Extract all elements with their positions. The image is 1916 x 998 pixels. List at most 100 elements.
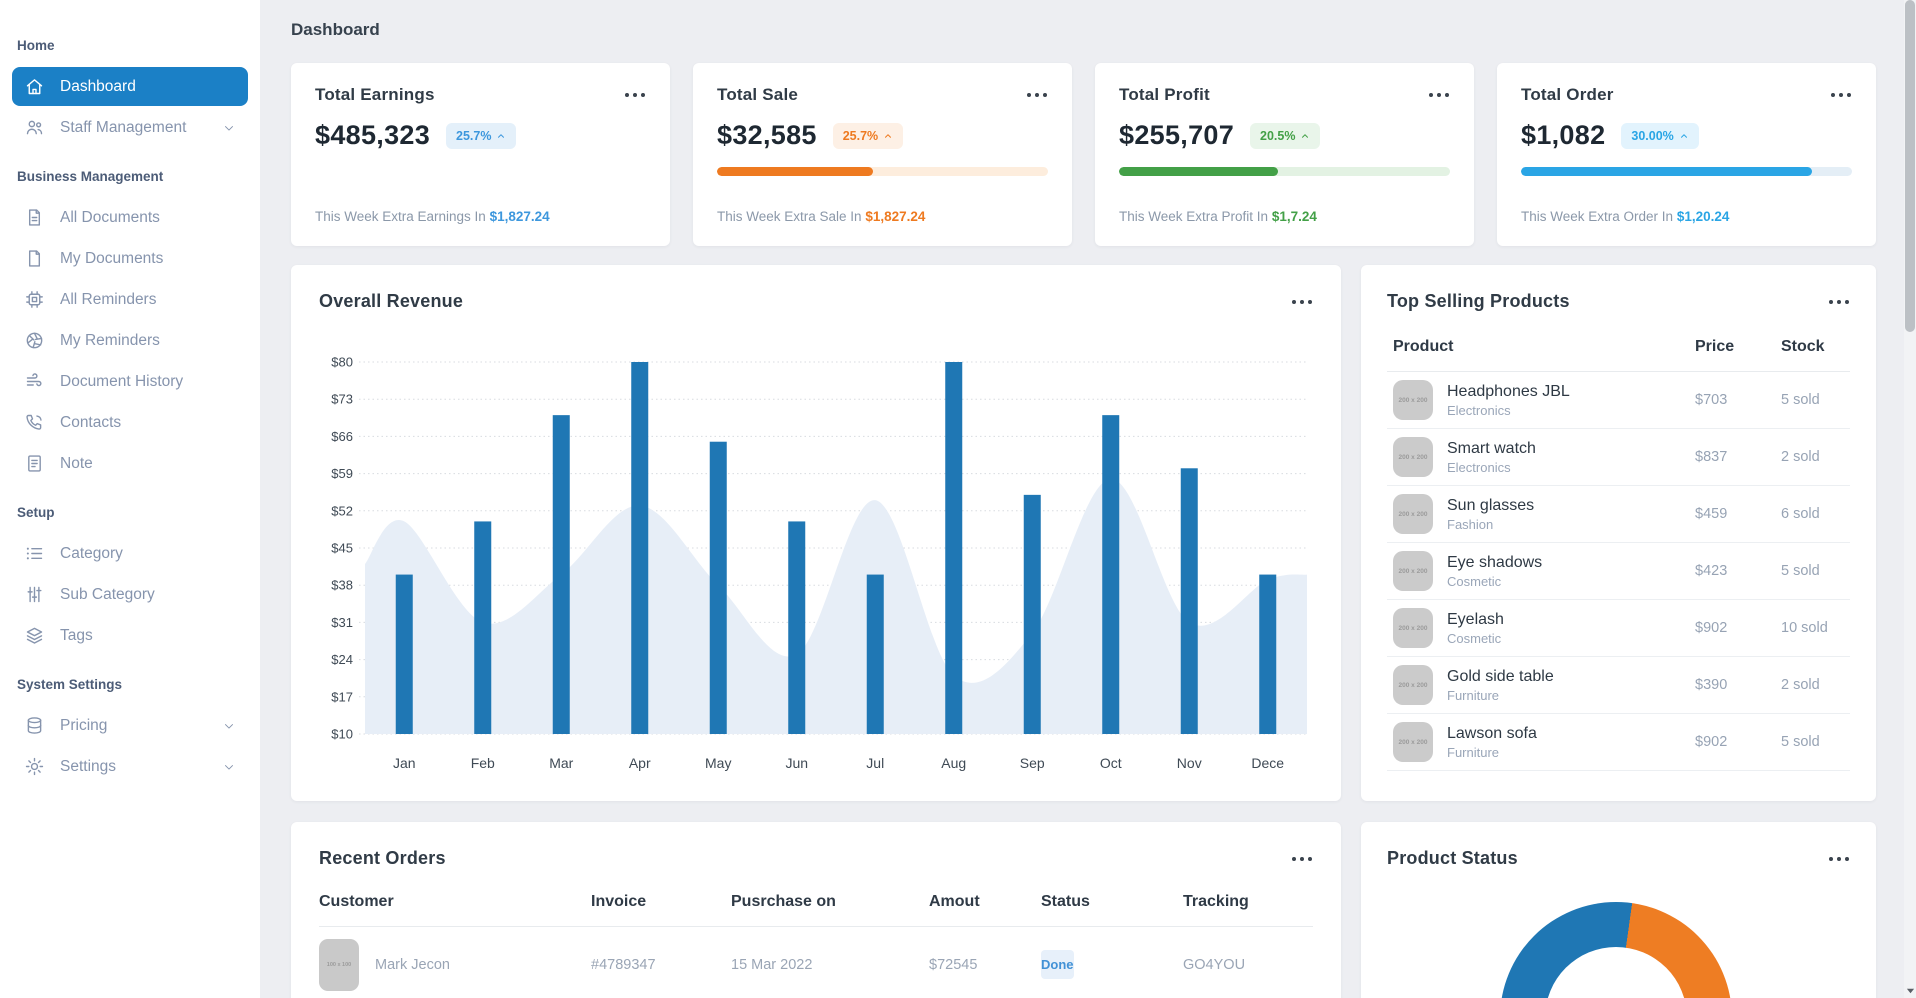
product-name: Sun glasses	[1447, 496, 1535, 514]
trend-badge[interactable]: 25.7%	[832, 122, 904, 149]
product-row[interactable]: 200 x 200 Smart watch Electronics $837 2…	[1387, 429, 1850, 486]
product-row[interactable]: 200 x 200 Lawson sofa Furniture $902 5 s…	[1387, 714, 1850, 771]
svg-text:Jul: Jul	[866, 755, 884, 771]
stat-footer-amount: $1,20.24	[1676, 209, 1730, 224]
section-label-system-settings: System Settings	[17, 677, 123, 692]
stat-value: $485,323	[315, 120, 431, 150]
card-title: Total Order	[1521, 85, 1614, 104]
sidebar-item-label: Document History	[60, 372, 184, 390]
recent-orders-card: Recent Orders Customer Invoice Pusrchase…	[291, 822, 1341, 998]
more-options-button[interactable]	[624, 92, 646, 98]
svg-text:Dece: Dece	[1251, 755, 1284, 771]
product-row[interactable]: 200 x 200 Headphones JBL Electronics $70…	[1387, 372, 1850, 429]
sidebar-item-settings[interactable]: Settings	[12, 747, 248, 786]
svg-text:Jan: Jan	[393, 755, 416, 771]
sidebar-item-label: Note	[60, 454, 93, 472]
stat-footer-text: This Week Extra Order In	[1521, 209, 1674, 224]
sidebar-item-sub-category[interactable]: Sub Category	[12, 575, 248, 614]
total-profit-card: Total Profit $255,707 20.5% This Week Ex…	[1095, 63, 1474, 246]
product-stock: 5 sold	[1781, 563, 1820, 579]
home-icon	[24, 76, 45, 97]
sidebar-item-all-reminders[interactable]: All Reminders	[12, 280, 248, 319]
profit-progress-bar	[1119, 167, 1450, 176]
more-options-button[interactable]	[1026, 92, 1048, 98]
sidebar-item-my-documents[interactable]: My Documents	[12, 239, 248, 278]
column-invoice: Invoice	[591, 893, 647, 910]
chevron-up-icon	[498, 133, 505, 138]
column-amount: Amout	[929, 893, 980, 910]
column-purchase-on: Pusrchase on	[731, 893, 836, 910]
sidebar-item-staff-management[interactable]: Staff Management	[12, 108, 248, 147]
more-options-button[interactable]	[1291, 299, 1313, 305]
top-selling-rows: 200 x 200 Headphones JBL Electronics $70…	[1387, 372, 1850, 771]
trend-badge[interactable]: 20.5%	[1250, 122, 1321, 149]
sliders-icon	[24, 584, 45, 605]
overall-revenue-card: Overall Revenue $80 $73 $66 $59 $52 $45 $38 $31…	[291, 265, 1341, 801]
product-category: Fashion	[1447, 516, 1494, 532]
svg-text:$10: $10	[331, 727, 353, 742]
order-progress-bar	[1521, 167, 1852, 176]
section-label-setup: Setup	[17, 505, 55, 520]
customer-name: Mark Jecon	[375, 957, 450, 973]
product-row[interactable]: 200 x 200 Sun glasses Fashion $459 6 sol…	[1387, 486, 1850, 543]
product-stock: 5 sold	[1781, 734, 1820, 750]
chevron-down-icon	[222, 760, 236, 774]
column-customer: Customer	[319, 893, 394, 910]
sidebar-item-pricing[interactable]: Pricing	[12, 706, 248, 745]
sidebar-item-contacts[interactable]: Contacts	[12, 403, 248, 442]
more-options-button[interactable]	[1291, 856, 1313, 862]
stat-value: $255,707	[1119, 120, 1235, 150]
more-options-button[interactable]	[1828, 299, 1850, 305]
order-amount: $72545	[929, 957, 978, 973]
trend-badge[interactable]: 30.00%	[1621, 122, 1699, 149]
document-lines-icon	[24, 207, 45, 228]
product-stock: 2 sold	[1781, 449, 1820, 465]
product-name: Gold side table	[1447, 667, 1554, 685]
sidebar-item-note[interactable]: Note	[12, 444, 248, 483]
more-options-button[interactable]	[1828, 856, 1850, 862]
sidebar-item-my-reminders[interactable]: My Reminders	[12, 321, 248, 360]
product-row[interactable]: 200 x 200 Gold side table Furniture $390…	[1387, 657, 1850, 714]
chevron-down-icon	[222, 121, 236, 135]
status-badge[interactable]: Done	[1041, 950, 1074, 979]
product-name: Eye shadows	[1447, 553, 1543, 571]
product-category: Furniture	[1447, 744, 1500, 760]
sidebar-item-all-documents[interactable]: All Documents	[12, 198, 248, 237]
sidebar-item-category[interactable]: Category	[12, 534, 248, 573]
svg-text:$31: $31	[331, 615, 353, 630]
sidebar-item-dashboard[interactable]: Dashboard	[12, 67, 248, 106]
sidebar-item-label: My Documents	[60, 249, 164, 267]
product-stock: 2 sold	[1781, 677, 1820, 693]
more-options-button[interactable]	[1428, 92, 1450, 98]
product-price: $423	[1695, 563, 1728, 579]
sidebar-item-document-history[interactable]: Document History	[12, 362, 248, 401]
stat-value: $32,585	[717, 120, 817, 150]
sidebar-item-label: Staff Management	[60, 118, 187, 136]
arrow-down-icon	[1906, 988, 1914, 993]
sidebar-item-label: Pricing	[60, 716, 108, 734]
trend-badge[interactable]: 25.7%	[446, 122, 517, 149]
stat-footer: This Week Extra Order In $1,20.24	[1521, 209, 1852, 224]
scrollbar-thumb[interactable]	[1905, 0, 1915, 332]
scroll-down-button[interactable]	[1904, 984, 1916, 996]
stat-footer-amount: $1,827.24	[489, 209, 550, 224]
product-status-donut	[1500, 902, 1732, 998]
order-row[interactable]: 100 x 100 Mark Jecon #4789347 15 Mar 202…	[319, 927, 1313, 998]
sidebar-item-tags[interactable]: Tags	[12, 616, 248, 655]
product-row[interactable]: 200 x 200 Eye shadows Cosmetic $423 5 so…	[1387, 543, 1850, 600]
product-name: Headphones JBL	[1447, 382, 1570, 400]
product-row[interactable]: 200 x 200 Eyelash Cosmetic $902 10 sold	[1387, 600, 1850, 657]
card-title: Total Profit	[1119, 85, 1210, 104]
sidebar-item-label: Settings	[60, 757, 117, 775]
vertical-scrollbar[interactable]	[1904, 0, 1916, 998]
card-title: Recent Orders	[319, 848, 446, 868]
database-icon	[24, 715, 45, 736]
column-stock: Stock	[1781, 338, 1825, 355]
more-options-button[interactable]	[1830, 92, 1852, 98]
total-earnings-card: Total Earnings $485,323 25.7% This Week …	[291, 63, 670, 246]
svg-text:$45: $45	[331, 541, 353, 556]
product-thumbnail: 200 x 200	[1393, 494, 1433, 534]
table-header: Customer Invoice Pusrchase on Amout Stat…	[319, 893, 1313, 927]
order-invoice: #4789347	[591, 957, 656, 973]
product-price: $902	[1695, 620, 1728, 636]
